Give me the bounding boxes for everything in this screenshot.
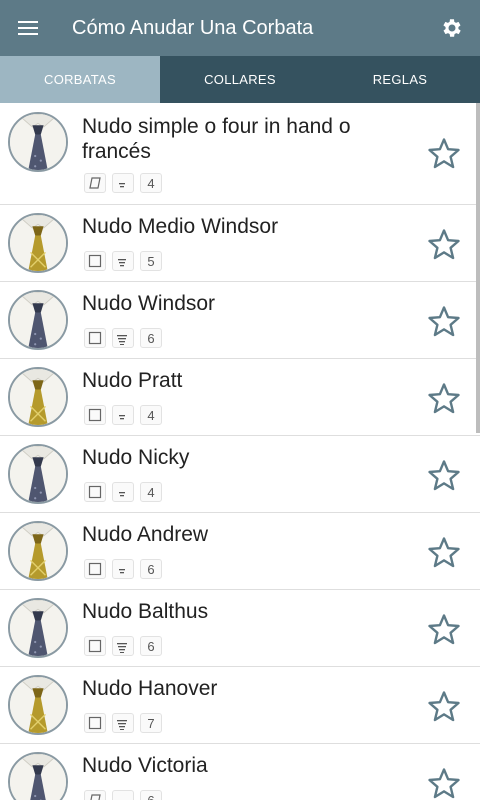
knot-list-item[interactable]: Nudo Andrew 6	[0, 513, 480, 590]
square-icon	[84, 559, 106, 579]
parallelogram-icon	[84, 173, 106, 193]
tie-knot-thumbnail	[8, 213, 68, 273]
knot-attributes: 4	[84, 173, 162, 193]
knot-count-badge: 4	[140, 482, 162, 502]
knot-attributes: 6	[84, 790, 162, 800]
square-icon	[84, 713, 106, 733]
favorite-star-icon[interactable]	[426, 689, 462, 725]
knot-list: Nudo simple o four in hand o francés 4 Nud…	[0, 103, 480, 800]
hamburger-menu-icon[interactable]	[0, 0, 56, 56]
favorite-star-icon[interactable]	[426, 458, 462, 494]
scrollbar[interactable]	[476, 103, 480, 433]
knot-count-badge: 6	[140, 790, 162, 800]
tie-knot-thumbnail	[8, 290, 68, 350]
favorite-star-icon[interactable]	[426, 227, 462, 263]
symmetry-icon	[112, 790, 134, 800]
knot-count-badge: 7	[140, 713, 162, 733]
tab-reglas[interactable]: REGLAS	[320, 56, 480, 103]
knot-title: Nudo Windsor	[82, 292, 216, 315]
knot-attributes: 6	[84, 636, 162, 656]
symmetry-icon	[112, 713, 134, 733]
knot-list-item[interactable]: Nudo Hanover 7	[0, 667, 480, 744]
app-title: Cómo Anudar Una Corbata	[72, 16, 314, 39]
tie-knot-thumbnail	[8, 444, 68, 504]
knot-attributes: 6	[84, 328, 162, 348]
knot-count-badge: 6	[140, 559, 162, 579]
tie-knot-thumbnail	[8, 112, 68, 172]
knot-title: Nudo Nicky	[82, 446, 190, 469]
tie-knot-thumbnail	[8, 675, 68, 735]
tie-knot-thumbnail	[8, 521, 68, 581]
favorite-star-icon[interactable]	[426, 381, 462, 417]
tab-bar: CORBATAS COLLARES REGLAS	[0, 56, 480, 103]
tie-knot-thumbnail	[8, 752, 68, 800]
knot-list-item[interactable]: Nudo Nicky 4	[0, 436, 480, 513]
knot-attributes: 6	[84, 559, 162, 579]
favorite-star-icon[interactable]	[426, 766, 462, 800]
square-icon	[84, 328, 106, 348]
square-icon	[84, 636, 106, 656]
favorite-star-icon[interactable]	[426, 136, 462, 172]
symmetry-icon	[112, 559, 134, 579]
knot-title: Nudo Andrew	[82, 523, 209, 546]
symmetry-icon	[112, 328, 134, 348]
symmetry-icon	[112, 636, 134, 656]
knot-count-badge: 4	[140, 405, 162, 425]
app-bar: Cómo Anudar Una Corbata	[0, 0, 480, 56]
knot-list-item[interactable]: Nudo Windsor 6	[0, 282, 480, 359]
symmetry-icon	[112, 173, 134, 193]
gear-icon[interactable]	[424, 0, 480, 56]
knot-title: Nudo Hanover	[82, 677, 218, 700]
square-icon	[84, 482, 106, 502]
parallelogram-icon	[84, 790, 106, 800]
knot-title: Nudo Balthus	[82, 600, 209, 623]
knot-list-item[interactable]: Nudo Victoria 6	[0, 744, 480, 800]
knot-list-item[interactable]: Nudo Medio Windsor 5	[0, 205, 480, 282]
knot-attributes: 5	[84, 251, 162, 271]
favorite-star-icon[interactable]	[426, 304, 462, 340]
knot-title: Nudo Medio Windsor	[82, 215, 279, 238]
symmetry-icon	[112, 405, 134, 425]
tab-corbatas[interactable]: CORBATAS	[0, 56, 160, 103]
knot-title: Nudo Victoria	[82, 754, 208, 777]
knot-title: Nudo Pratt	[82, 369, 183, 392]
knot-list-item[interactable]: Nudo Pratt 4	[0, 359, 480, 436]
knot-count-badge: 4	[140, 173, 162, 193]
square-icon	[84, 405, 106, 425]
knot-count-badge: 6	[140, 636, 162, 656]
favorite-star-icon[interactable]	[426, 535, 462, 571]
knot-count-badge: 5	[140, 251, 162, 271]
knot-title: Nudo simple o four in hand o francés	[82, 115, 351, 163]
knot-list-item[interactable]: Nudo simple o four in hand o francés 4	[0, 103, 480, 205]
symmetry-icon	[112, 251, 134, 271]
knot-list-item[interactable]: Nudo Balthus 6	[0, 590, 480, 667]
knot-attributes: 4	[84, 405, 162, 425]
knot-attributes: 7	[84, 713, 162, 733]
tab-collares[interactable]: COLLARES	[160, 56, 320, 103]
knot-count-badge: 6	[140, 328, 162, 348]
favorite-star-icon[interactable]	[426, 612, 462, 648]
tie-knot-thumbnail	[8, 367, 68, 427]
knot-attributes: 4	[84, 482, 162, 502]
symmetry-icon	[112, 482, 134, 502]
square-icon	[84, 251, 106, 271]
tie-knot-thumbnail	[8, 598, 68, 658]
